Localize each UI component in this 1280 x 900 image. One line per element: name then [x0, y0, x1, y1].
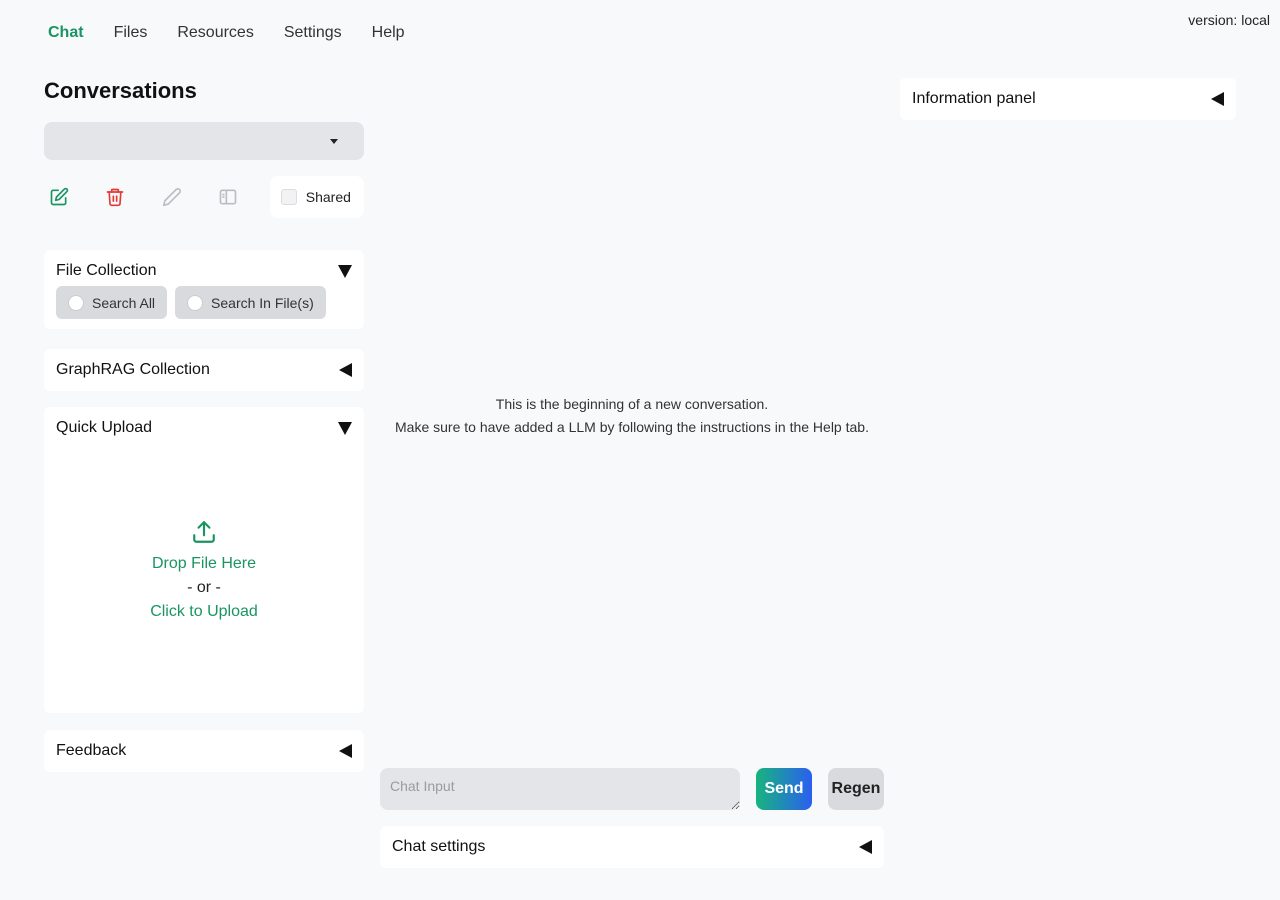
quick-upload-title: Quick Upload [56, 419, 153, 436]
search-in-files-radio[interactable]: Search In File(s) [175, 286, 326, 319]
caret-down-icon [330, 139, 338, 144]
left-sidebar: Conversations Shared File Collection Sea… [44, 78, 365, 772]
regen-button[interactable]: Regen [828, 768, 884, 810]
information-panel-title: Information panel [912, 90, 1036, 107]
radio-circle-icon [68, 294, 84, 311]
version-label: version: local [1188, 12, 1270, 28]
upload-icon [193, 521, 215, 543]
conversations-title: Conversations [44, 78, 197, 103]
tab-settings[interactable]: Settings [274, 22, 352, 44]
tab-chat[interactable]: Chat [38, 22, 94, 44]
sidebar-panel-icon [219, 189, 237, 205]
collapse-triangle-down-icon [338, 264, 352, 278]
top-nav: Chat Files Resources Settings Help [38, 22, 425, 44]
drop-file-text: Drop File Here [151, 555, 257, 572]
chat-input[interactable] [380, 768, 740, 810]
empty-chat-message: This is the beginning of a new conversat… [380, 393, 884, 439]
shared-label: Shared [305, 189, 351, 205]
feedback-header[interactable]: Feedback [44, 730, 364, 772]
quick-upload-panel: Quick Upload Drop File Here - or - Click… [44, 407, 364, 713]
new-conversation-button[interactable] [45, 183, 72, 211]
chat-message-line1: This is the beginning of a new conversat… [495, 396, 769, 412]
tab-files[interactable]: Files [104, 22, 158, 44]
chat-message-line2: Make sure to have added a LLM by followi… [395, 419, 869, 435]
pencil-icon [162, 188, 181, 207]
expand-triangle-left-icon [339, 744, 352, 758]
radio-circle-icon [187, 294, 204, 311]
feedback-panel: Feedback [44, 730, 364, 772]
file-collection-title: File Collection [56, 262, 157, 279]
chat-settings-panel: Chat settings [380, 826, 884, 868]
file-collection-options: Search All Search In File(s) [44, 286, 364, 329]
quick-upload-header[interactable]: Quick Upload [44, 407, 364, 449]
information-panel-header[interactable]: Information panel [900, 78, 1236, 120]
click-to-upload-text[interactable]: Click to Upload [150, 603, 258, 621]
conversation-actions: Shared [44, 176, 365, 218]
file-collection-panel: File Collection Search All Search In Fil… [44, 250, 364, 329]
or-separator: - or - [187, 579, 221, 596]
trash-icon [106, 188, 124, 207]
expand-triangle-left-icon [339, 363, 352, 377]
expand-triangle-left-icon [859, 840, 872, 854]
tab-resources[interactable]: Resources [167, 22, 263, 44]
information-panel: Information panel [900, 78, 1236, 120]
shared-checkbox[interactable]: Shared [269, 176, 365, 218]
chat-settings-header[interactable]: Chat settings [380, 826, 884, 868]
collapse-triangle-down-icon [338, 421, 352, 435]
graphrag-panel: GraphRAG Collection [44, 349, 364, 391]
checkbox-box[interactable] [280, 189, 297, 205]
conversation-dropdown[interactable] [44, 122, 364, 160]
chat-settings-title: Chat settings [392, 838, 486, 855]
search-all-label: Search All [92, 294, 156, 311]
graphrag-header[interactable]: GraphRAG Collection [44, 349, 364, 391]
graphrag-title: GraphRAG Collection [56, 361, 210, 378]
send-button[interactable]: Send [756, 768, 812, 810]
tab-help[interactable]: Help [362, 22, 415, 44]
rename-conversation-button[interactable] [158, 183, 185, 211]
toggle-sidebar-button[interactable] [214, 183, 241, 211]
edit-square-icon [50, 187, 68, 206]
feedback-title: Feedback [56, 742, 127, 759]
search-in-files-label: Search In File(s) [211, 294, 314, 311]
expand-triangle-left-icon [1211, 92, 1224, 106]
search-all-radio[interactable]: Search All [56, 286, 168, 319]
file-drop-zone[interactable]: Drop File Here - or - Click to Upload [44, 449, 364, 621]
delete-conversation-button[interactable] [101, 183, 128, 211]
